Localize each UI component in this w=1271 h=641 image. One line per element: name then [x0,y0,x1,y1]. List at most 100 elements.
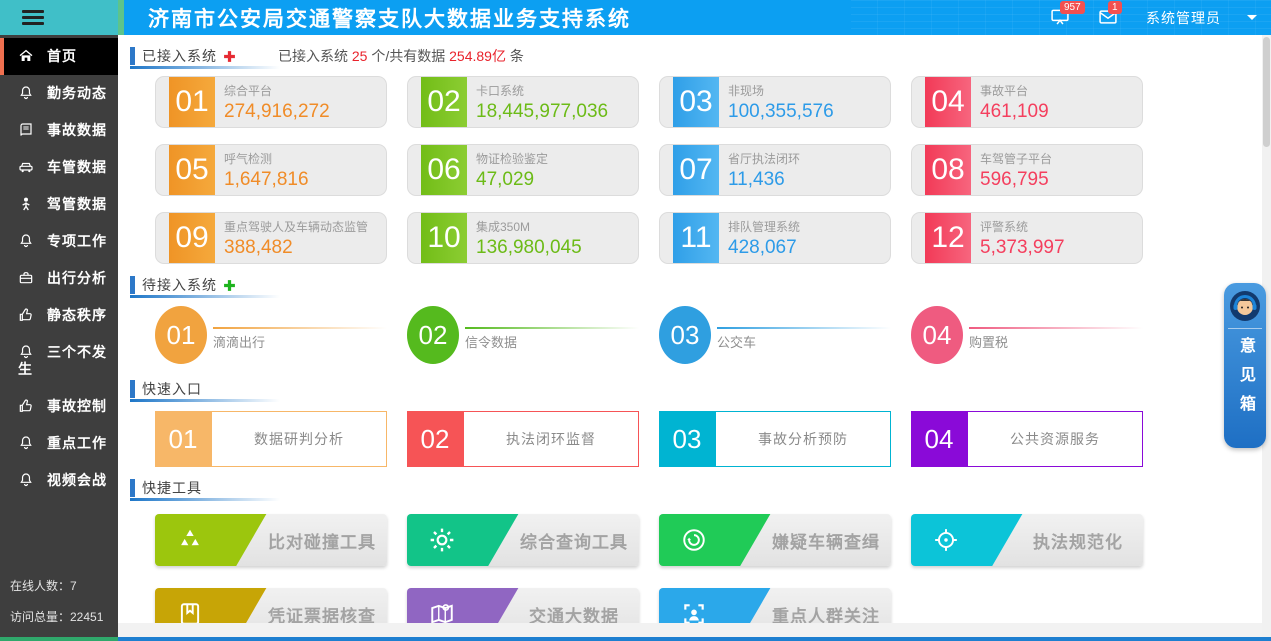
pending-system-bus[interactable]: 03 公交车 [659,306,891,368]
system-number: 09 [169,213,215,263]
system-value: 136,980,045 [476,237,582,259]
footer-strip [118,623,1271,637]
feedback-box-button[interactable]: 意见箱 [1224,283,1266,448]
section-bar [130,380,135,398]
section-underline [130,498,280,501]
menu-toggle-button[interactable] [0,0,118,35]
pending-number: 04 [911,306,963,364]
system-label: 排队管理系统 [728,218,800,235]
recycle-icon [177,527,203,553]
section-title: 待接入系统 [142,275,217,295]
scrollbar-thumb[interactable] [1263,37,1270,147]
quick-entry-public-resources[interactable]: 04公共资源服务 [911,411,1143,467]
system-card-12[interactable]: 12评警系统5,373,997 [911,212,1143,264]
system-number: 02 [421,77,467,127]
quick-entry-accident-prevention[interactable]: 03事故分析预防 [659,411,891,467]
pending-system-purchase-tax[interactable]: 04购置税 [911,306,1143,368]
thumb-icon [18,398,34,414]
system-number: 06 [421,145,467,195]
system-card-03[interactable]: 03非现场100,355,576 [659,76,891,128]
chevron-down-icon[interactable] [1247,15,1257,20]
sidebar-item-special-work[interactable]: 专项工作 [0,223,118,260]
sidebar-item-three-no-occur[interactable]: 三个不发生 [0,334,118,388]
pending-system-signal-data[interactable]: 02 信令数据 [407,306,639,368]
sidebar-item-accident-control[interactable]: 事故控制 [0,388,118,425]
quick-entry-label: 数据研判分析 [254,429,344,449]
system-card-07[interactable]: 07省厅执法闭环11,436 [659,144,891,196]
sidebar-item-driver-data[interactable]: 驾管数据 [0,186,118,223]
system-card-09[interactable]: 09重点驾驶人及车辆动态监管388,482 [155,212,387,264]
gradient-line [717,327,891,329]
briefcase-icon [18,270,34,286]
system-card-10[interactable]: 10集成350M136,980,045 [407,212,639,264]
messages-button[interactable]: 1 [1098,7,1120,29]
notifications-button[interactable]: 957 [1050,7,1072,29]
connected-count: 25 [352,48,368,64]
voucher-icon [177,601,203,623]
hamburger-icon [22,7,44,28]
quick-entry-label: 公共资源服务 [1010,429,1100,449]
system-card-grid: 01综合平台274,916,272 02卡口系统18,445,977,036 0… [155,76,1261,264]
pending-label: 信令数据 [465,332,639,351]
pending-number: 01 [155,306,207,364]
gradient-line [969,327,1143,329]
section-title: 已接入系统 [142,46,217,66]
tool-suspect-vehicle[interactable]: 嫌疑车辆查缉 [659,514,891,566]
system-card-06[interactable]: 06物证检验鉴定47,029 [407,144,639,196]
pending-number: 03 [659,306,711,364]
sidebar-item-video-campaign[interactable]: 视频会战 [0,462,118,499]
plus-icon[interactable] [223,50,236,63]
system-label: 集成350M [476,218,582,235]
main-content: 已接入系统 已接入系统 25 个/共有数据 254.89亿 条 01综合平台27… [128,35,1261,623]
tool-traffic-big-data[interactable]: 交通大数据 [407,588,639,623]
crosshair-icon [933,527,959,553]
system-card-11[interactable]: 11排队管理系统428,067 [659,212,891,264]
system-value: 461,109 [980,101,1049,123]
tool-compare-collision[interactable]: 比对碰撞工具 [155,514,387,566]
tool-grid: 比对碰撞工具 综合查询工具 嫌疑车辆查缉 执法规范化 凭证票据核查 交通大数据 … [155,514,1261,623]
gear-icon [429,527,455,553]
quick-entry-data-analysis[interactable]: 01数据研判分析 [155,411,387,467]
system-number: 01 [169,77,215,127]
tool-key-persons[interactable]: 重点人群关注 [659,588,891,623]
bell-icon [18,472,34,488]
system-label: 评警系统 [980,218,1065,235]
section-underline [130,295,280,298]
tool-comprehensive-query[interactable]: 综合查询工具 [407,514,639,566]
tool-law-standardization[interactable]: 执法规范化 [911,514,1143,566]
system-card-04[interactable]: 04事故平台461,109 [911,76,1143,128]
sidebar-item-home[interactable]: 首页 [0,38,118,75]
section-quick-entry-header: 快速入口 [130,378,1261,400]
system-card-08[interactable]: 08车驾管子平台596,795 [911,144,1143,196]
sidebar-item-accident-data[interactable]: 事故数据 [0,112,118,149]
pending-label: 公交车 [717,332,891,351]
connected-summary: 已接入系统 25 个/共有数据 254.89亿 条 [278,46,524,66]
system-card-01[interactable]: 01综合平台274,916,272 [155,76,387,128]
top-header: 济南市公安局交通警察支队大数据业务支持系统 957 1 系统管理员 [118,0,1271,35]
system-card-05[interactable]: 05呼气检测1,647,816 [155,144,387,196]
sidebar-stats: 在线人数：7 访问总量：22451 [10,563,103,625]
sidebar-item-static-order[interactable]: 静态秩序 [0,297,118,334]
tool-voucher-check[interactable]: 凭证票据核查 [155,588,387,623]
quick-entry-law-enforcement[interactable]: 02执法闭环监督 [407,411,639,467]
plus-icon[interactable] [223,279,236,292]
sidebar-item-vehicle-data[interactable]: 车管数据 [0,149,118,186]
quick-entry-row: 01数据研判分析 02执法闭环监督 03事故分析预防 04公共资源服务 [155,411,1261,467]
bell-icon [18,85,34,101]
system-value: 596,795 [980,169,1052,191]
online-count: 在线人数：7 [10,577,103,594]
sidebar-item-key-work[interactable]: 重点工作 [0,425,118,462]
pending-number: 02 [407,306,459,364]
system-value: 47,029 [476,169,548,191]
system-card-02[interactable]: 02卡口系统18,445,977,036 [407,76,639,128]
app-window: 济南市公安局交通警察支队大数据业务支持系统 957 1 系统管理员 首页 勤务动… [0,0,1271,641]
system-value: 18,445,977,036 [476,101,608,123]
divider [1228,328,1262,329]
sidebar-item-duty-status[interactable]: 勤务动态 [0,75,118,112]
user-menu[interactable]: 系统管理员 [1146,8,1221,28]
pending-system-didi[interactable]: 01滴滴出行 [155,306,387,368]
system-value: 274,916,272 [224,101,330,123]
header-actions: 957 1 系统管理员 [1050,0,1257,35]
sidebar-item-travel-analysis[interactable]: 出行分析 [0,260,118,297]
section-tools-header: 快捷工具 [130,477,1261,499]
